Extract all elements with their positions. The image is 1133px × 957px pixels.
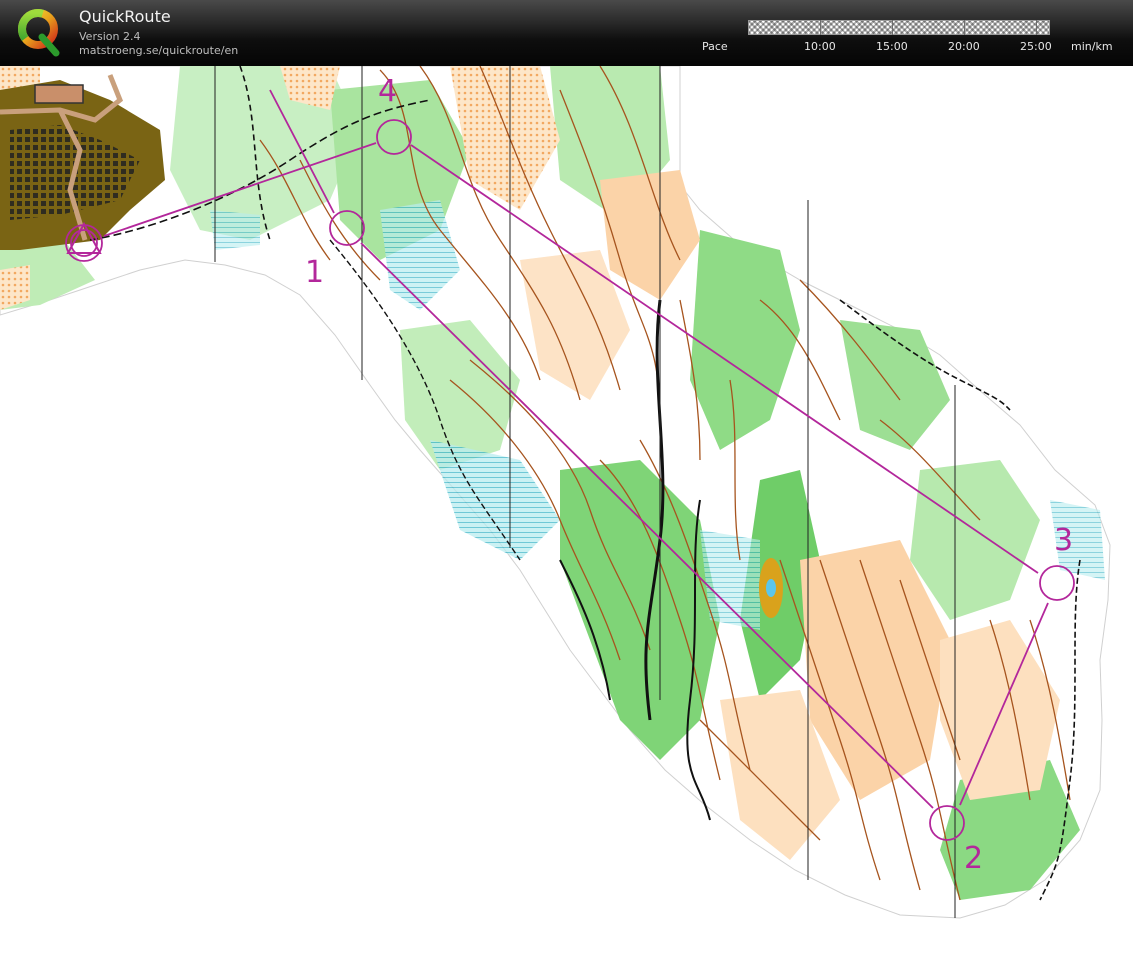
pond: [766, 579, 776, 597]
pace-unit: min/km: [1071, 40, 1113, 53]
control-1-number: 1: [305, 255, 324, 290]
quickroute-window: QuickRoute Version 2.4 matstroeng.se/qui…: [0, 0, 1133, 957]
header-bar: QuickRoute Version 2.4 matstroeng.se/qui…: [0, 0, 1133, 66]
pace-tick-mark: [820, 20, 821, 35]
control-2-number: 2: [964, 841, 983, 876]
building: [34, 84, 84, 104]
pace-label: Pace: [702, 40, 728, 53]
pace-tick-label: 10:00: [804, 40, 836, 53]
pace-color-scale: [748, 20, 1050, 35]
app-title: QuickRoute: [79, 7, 171, 26]
marsh-area: [210, 210, 260, 250]
map-view[interactable]: 1 2 3 4: [0, 66, 1133, 957]
app-url-link[interactable]: matstroeng.se/quickroute/en: [79, 44, 238, 57]
orienteering-map[interactable]: 1 2 3 4: [0, 66, 1133, 957]
pace-tick-mark: [1036, 20, 1037, 35]
pace-tick-label: 15:00: [876, 40, 908, 53]
pace-tick-mark: [964, 20, 965, 35]
pace-tick-label: 25:00: [1020, 40, 1052, 53]
pace-tick-label: 20:00: [948, 40, 980, 53]
control-4-number: 4: [378, 74, 397, 109]
app-version: Version 2.4: [79, 30, 141, 43]
quickroute-logo: [18, 9, 60, 57]
control-3-number: 3: [1054, 523, 1073, 558]
pace-tick-mark: [892, 20, 893, 35]
